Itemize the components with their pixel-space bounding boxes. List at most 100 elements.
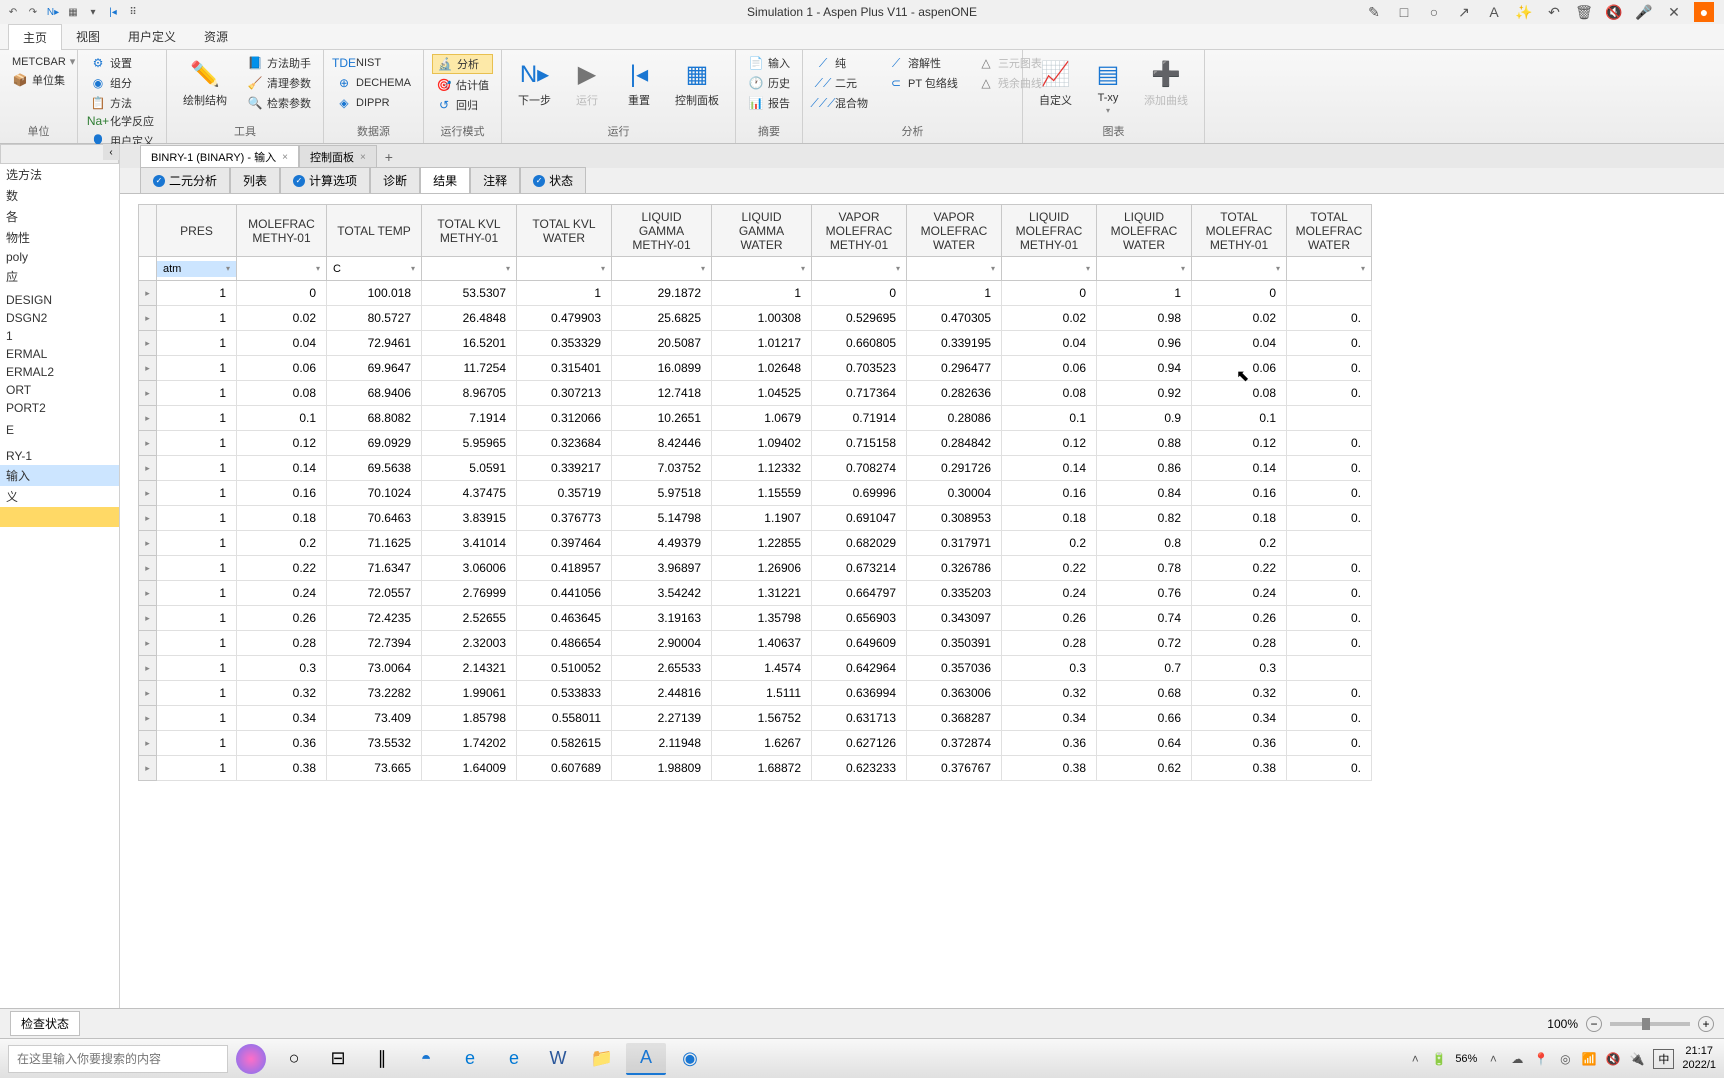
dechema-button[interactable]: ⊕DECHEMA bbox=[332, 74, 415, 92]
circle-icon[interactable]: ○ bbox=[1424, 2, 1444, 22]
report-button[interactable]: 📊报告 bbox=[744, 94, 794, 112]
tab-close-icon[interactable]: × bbox=[282, 152, 288, 163]
data-cell[interactable]: 0. bbox=[1287, 331, 1372, 356]
data-cell[interactable]: 2.44816 bbox=[612, 681, 712, 706]
unit-cell[interactable]: ▾ bbox=[422, 257, 517, 281]
data-cell[interactable]: 1 bbox=[157, 456, 237, 481]
data-cell[interactable]: 5.14798 bbox=[612, 506, 712, 531]
calendar-icon[interactable]: ▦ bbox=[66, 5, 80, 19]
data-cell[interactable]: 0.26 bbox=[1192, 606, 1287, 631]
data-cell[interactable]: 0.82 bbox=[1097, 506, 1192, 531]
data-cell[interactable]: 7.03752 bbox=[612, 456, 712, 481]
data-cell[interactable]: 1.22855 bbox=[712, 531, 812, 556]
data-cell[interactable]: 16.0899 bbox=[612, 356, 712, 381]
data-cell[interactable]: 73.665 bbox=[327, 756, 422, 781]
data-cell[interactable]: 80.5727 bbox=[327, 306, 422, 331]
data-cell[interactable]: 68.9406 bbox=[327, 381, 422, 406]
data-cell[interactable]: 0.06 bbox=[237, 356, 327, 381]
data-cell[interactable]: 0.1 bbox=[1002, 406, 1097, 431]
row-handle[interactable]: ▸ bbox=[139, 631, 157, 656]
data-cell[interactable]: 1.31221 bbox=[712, 581, 812, 606]
magic-wand-icon[interactable]: ✨ bbox=[1514, 2, 1534, 22]
data-cell[interactable]: 0.02 bbox=[1002, 306, 1097, 331]
unit-cell[interactable]: ▾ bbox=[237, 257, 327, 281]
unit-set-button[interactable]: 📦单位集 bbox=[8, 71, 69, 89]
clean-param-button[interactable]: 🧹清理参数 bbox=[243, 74, 315, 92]
taskview-icon[interactable]: ○ bbox=[274, 1043, 314, 1075]
unit-cell[interactable]: C▾ bbox=[327, 257, 422, 281]
data-cell[interactable]: 0.339217 bbox=[517, 456, 612, 481]
pure-button[interactable]: ⟋纯 bbox=[811, 54, 872, 72]
mute-icon[interactable]: 🔇 bbox=[1604, 2, 1624, 22]
data-cell[interactable]: 1 bbox=[157, 756, 237, 781]
tab-add-icon[interactable]: + bbox=[377, 146, 401, 168]
data-cell[interactable]: 0.529695 bbox=[812, 306, 907, 331]
data-cell[interactable]: 0. bbox=[1287, 431, 1372, 456]
data-cell[interactable]: 0.22 bbox=[1002, 556, 1097, 581]
data-cell[interactable]: 1 bbox=[517, 281, 612, 306]
location-icon[interactable]: 📍 bbox=[1533, 1051, 1549, 1067]
data-cell[interactable]: 0.2 bbox=[1192, 531, 1287, 556]
data-cell[interactable]: 0.28 bbox=[1002, 631, 1097, 656]
data-cell[interactable]: 4.37475 bbox=[422, 481, 517, 506]
data-cell[interactable]: 3.96897 bbox=[612, 556, 712, 581]
sidebar-item[interactable]: 各 bbox=[0, 206, 119, 227]
data-cell[interactable]: 1.6267 bbox=[712, 731, 812, 756]
data-cell[interactable]: 0.16 bbox=[237, 481, 327, 506]
data-cell[interactable]: 0.691047 bbox=[812, 506, 907, 531]
data-cell[interactable]: 0.296477 bbox=[907, 356, 1002, 381]
explorer-icon[interactable]: 📁 bbox=[582, 1043, 622, 1075]
data-cell[interactable]: 0.34 bbox=[237, 706, 327, 731]
data-cell[interactable]: 1 bbox=[157, 681, 237, 706]
next-button[interactable]: N▸下一步 bbox=[510, 54, 559, 112]
pencil-icon[interactable]: ✎ bbox=[1364, 2, 1384, 22]
data-cell[interactable]: 0.315401 bbox=[517, 356, 612, 381]
data-cell[interactable]: 0.66 bbox=[1097, 706, 1192, 731]
data-cell[interactable]: 1.1907 bbox=[712, 506, 812, 531]
row-handle[interactable]: ▸ bbox=[139, 531, 157, 556]
method-button[interactable]: 📋方法 bbox=[86, 94, 158, 112]
data-cell[interactable]: 3.41014 bbox=[422, 531, 517, 556]
data-cell[interactable]: 0.68 bbox=[1097, 681, 1192, 706]
data-cell[interactable]: 1 bbox=[157, 631, 237, 656]
taskbar-generic-icon[interactable]: ⊟ bbox=[318, 1043, 358, 1075]
data-cell[interactable]: 1.00308 bbox=[712, 306, 812, 331]
column-header[interactable]: MOLEFRAC METHY-01 bbox=[237, 205, 327, 257]
data-cell[interactable]: 0.627126 bbox=[812, 731, 907, 756]
undo-icon[interactable]: ↶ bbox=[1544, 2, 1564, 22]
zoom-in-icon[interactable]: + bbox=[1698, 1016, 1714, 1032]
data-cell[interactable]: 1.64009 bbox=[422, 756, 517, 781]
row-handle[interactable]: ▸ bbox=[139, 356, 157, 381]
data-cell[interactable]: 0.14 bbox=[237, 456, 327, 481]
data-cell[interactable]: 0.12 bbox=[237, 431, 327, 456]
row-handle[interactable]: ▸ bbox=[139, 506, 157, 531]
data-cell[interactable]: 1 bbox=[157, 706, 237, 731]
data-cell[interactable]: 0.38 bbox=[1002, 756, 1097, 781]
sidebar-item[interactable]: DESIGN bbox=[0, 291, 119, 309]
redo-arrow-icon[interactable]: ↷ bbox=[26, 5, 40, 19]
data-cell[interactable]: 0.22 bbox=[237, 556, 327, 581]
data-cell[interactable]: 0. bbox=[1287, 456, 1372, 481]
run-button[interactable]: ▶运行 bbox=[563, 54, 611, 112]
data-cell[interactable]: 0.441056 bbox=[517, 581, 612, 606]
data-cell[interactable]: 73.5532 bbox=[327, 731, 422, 756]
subtab-comment[interactable]: 注释 bbox=[470, 167, 520, 193]
row-handle[interactable]: ▸ bbox=[139, 581, 157, 606]
data-cell[interactable]: 1 bbox=[157, 506, 237, 531]
data-cell[interactable]: 3.19163 bbox=[612, 606, 712, 631]
data-cell[interactable]: 0.78 bbox=[1097, 556, 1192, 581]
column-header[interactable]: PRES bbox=[157, 205, 237, 257]
data-cell[interactable]: 0.363006 bbox=[907, 681, 1002, 706]
data-cell[interactable]: 0.32 bbox=[1002, 681, 1097, 706]
mixture-button[interactable]: ⟋⟋⟋混合物 bbox=[811, 94, 872, 112]
tab-binry1[interactable]: BINRY-1 (BINARY) - 输入× bbox=[140, 145, 299, 168]
data-cell[interactable]: 1 bbox=[907, 281, 1002, 306]
data-cell[interactable]: 0.656903 bbox=[812, 606, 907, 631]
data-cell[interactable]: 0.368287 bbox=[907, 706, 1002, 731]
data-cell[interactable]: 0.418957 bbox=[517, 556, 612, 581]
data-cell[interactable]: 0.3 bbox=[1192, 656, 1287, 681]
data-cell[interactable]: 2.52655 bbox=[422, 606, 517, 631]
data-cell[interactable]: 0.92 bbox=[1097, 381, 1192, 406]
data-cell[interactable]: 0.02 bbox=[237, 306, 327, 331]
menu-home[interactable]: 主页 bbox=[8, 24, 62, 50]
